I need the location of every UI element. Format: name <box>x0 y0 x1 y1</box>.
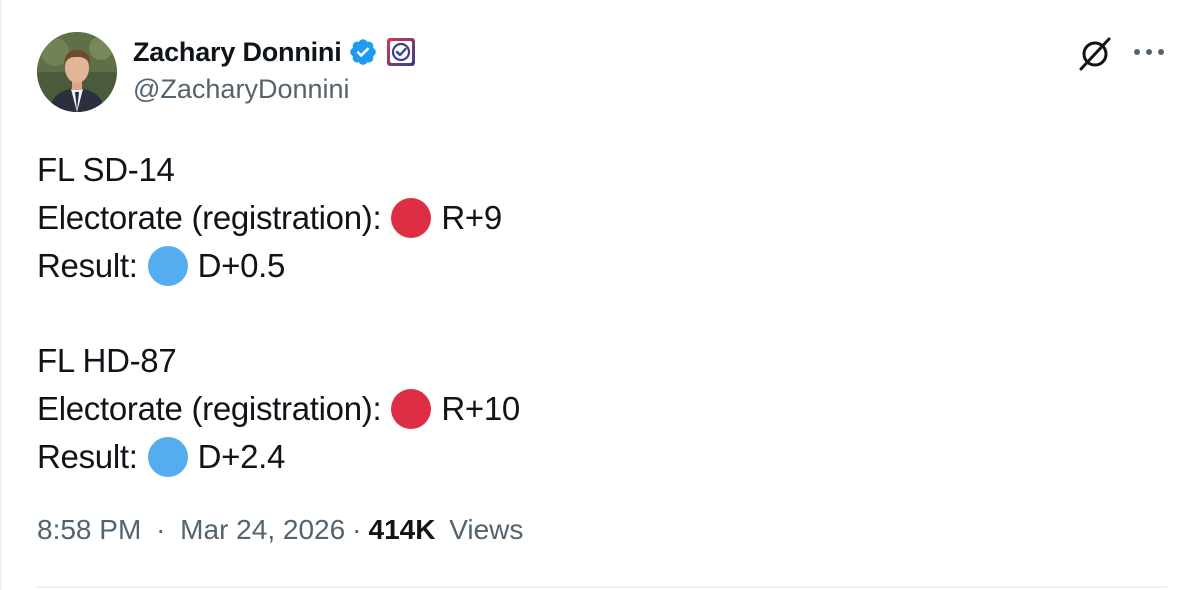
author-handle[interactable]: @ZacharyDonnini <box>133 74 416 105</box>
avatar[interactable] <box>37 32 117 112</box>
blue-circle-icon <box>147 437 188 477</box>
blue-circle-icon <box>147 246 188 286</box>
verified-badge-icon[interactable] <box>348 37 378 67</box>
electorate-label: Electorate (registration): <box>37 390 382 427</box>
electorate-value: R+10 <box>441 390 520 427</box>
district-line: FL SD-14 <box>37 146 520 194</box>
tweet-card: Zachary Donnini @ZacharyDonnini FL SD-14… <box>0 0 1198 590</box>
views-label: Views <box>449 514 524 545</box>
electorate-line: Electorate (registration): R+9 <box>37 194 520 242</box>
tweet-date: Mar 24, 2026 <box>180 514 346 545</box>
district-name: FL HD-87 <box>37 342 177 379</box>
district-name: FL SD-14 <box>37 151 175 188</box>
meta-separator: · <box>156 514 166 545</box>
divider <box>37 586 1167 588</box>
tweet-time-link[interactable]: 8:58 PM · Mar 24, 2026 <box>37 514 345 546</box>
result-label: Result: <box>37 247 138 284</box>
result-value: D+0.5 <box>197 247 286 284</box>
result-line: Result: D+0.5 <box>37 242 520 290</box>
grok-icon[interactable] <box>1075 34 1115 74</box>
meta-separator: · <box>352 514 362 545</box>
result-value: D+2.4 <box>197 438 286 475</box>
author-block: Zachary Donnini @ZacharyDonnini <box>133 34 416 105</box>
district-line: FL HD-87 <box>37 337 520 385</box>
more-options-icon[interactable] <box>1129 34 1169 70</box>
red-circle-icon <box>391 389 432 429</box>
author-display-name[interactable]: Zachary Donnini <box>133 37 342 68</box>
views-count: 414K <box>368 514 436 545</box>
red-circle-icon <box>391 198 432 238</box>
tweet-time: 8:58 PM <box>37 514 142 545</box>
electorate-line: Electorate (registration): R+10 <box>37 385 520 433</box>
views-link[interactable]: 414K Views <box>369 514 524 546</box>
electorate-label: Electorate (registration): <box>37 199 382 236</box>
electorate-value: R+9 <box>441 199 502 236</box>
name-row: Zachary Donnini <box>133 34 416 70</box>
result-line: Result: D+2.4 <box>37 433 520 481</box>
tweet-meta: 8:58 PM · Mar 24, 2026 · 414K Views <box>37 514 523 546</box>
result-label: Result: <box>37 438 138 475</box>
tweet-text: FL SD-14 Electorate (registration): R+9 … <box>37 146 520 481</box>
affiliate-badge-icon[interactable] <box>386 37 416 67</box>
